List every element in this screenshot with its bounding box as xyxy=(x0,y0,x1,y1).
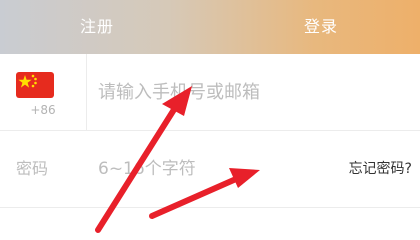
china-flag-icon xyxy=(16,72,54,98)
phone-row: +86 xyxy=(0,54,420,131)
tab-register[interactable]: 注册 xyxy=(80,0,114,54)
forgot-password-link[interactable]: 忘记密码? xyxy=(349,131,412,207)
phone-email-input[interactable] xyxy=(98,77,398,107)
password-label: 密码 xyxy=(16,159,49,178)
country-selector[interactable]: +86 xyxy=(0,54,87,130)
password-input[interactable] xyxy=(98,154,328,184)
country-code: +86 xyxy=(30,103,56,117)
tab-bar: 注册 登录 xyxy=(0,0,420,54)
tab-login[interactable]: 登录 xyxy=(304,0,338,54)
password-row: 密码 忘记密码? xyxy=(0,131,420,208)
